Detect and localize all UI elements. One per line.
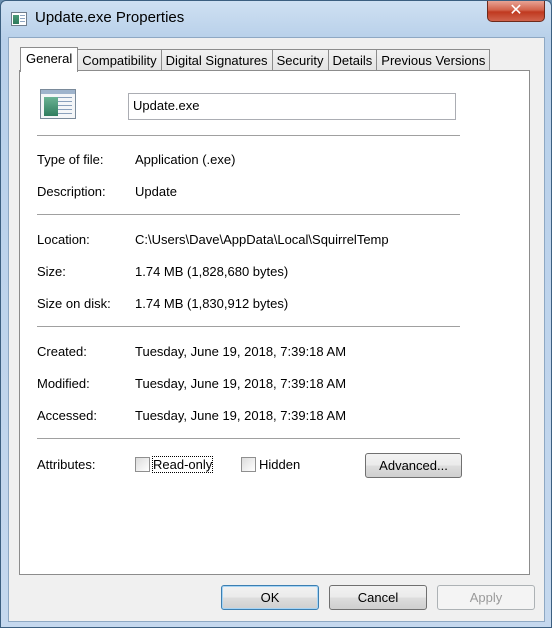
type-of-file-label: Type of file:: [37, 152, 104, 167]
size-value: 1.74 MB (1,828,680 bytes): [135, 264, 289, 279]
created-label: Created:: [37, 344, 87, 359]
divider: [37, 135, 460, 137]
checkbox-box[interactable]: [135, 457, 150, 472]
apply-button[interactable]: Apply: [437, 585, 535, 610]
modified-label: Modified:: [37, 376, 90, 391]
tab-security[interactable]: Security: [271, 49, 329, 71]
divider: [37, 326, 460, 328]
advanced-button[interactable]: Advanced...: [365, 453, 462, 478]
checkbox-box[interactable]: [241, 457, 256, 472]
file-name-field[interactable]: Update.exe: [128, 93, 456, 120]
hidden-label[interactable]: Hidden: [259, 457, 300, 472]
read-only-label[interactable]: Read-only: [151, 456, 214, 473]
divider: [37, 214, 460, 216]
tab-previous-versions[interactable]: Previous Versions: [376, 49, 491, 71]
ok-button[interactable]: OK: [221, 585, 319, 610]
file-icon: [40, 89, 76, 119]
size-label: Size:: [37, 264, 66, 279]
created-value: Tuesday, June 19, 2018, 7:39:18 AM: [135, 344, 347, 359]
description-value: Update: [135, 184, 177, 199]
description-label: Description:: [37, 184, 106, 199]
application-icon: [11, 12, 27, 26]
cancel-button[interactable]: Cancel: [329, 585, 427, 610]
location-value: C:\Users\Dave\AppData\Local\SquirrelTemp: [135, 232, 389, 247]
general-tab-panel: Update.exe Type of file: Application (.e…: [19, 70, 530, 575]
accessed-value: Tuesday, June 19, 2018, 7:39:18 AM: [135, 408, 347, 423]
title-bar[interactable]: Update.exe Properties ✕: [1, 1, 551, 37]
size-on-disk-label: Size on disk:: [37, 296, 111, 311]
read-only-checkbox[interactable]: Read-only: [135, 456, 214, 473]
close-icon: ✕: [509, 2, 523, 19]
accessed-label: Accessed:: [37, 408, 97, 423]
size-on-disk-value: 1.74 MB (1,830,912 bytes): [135, 296, 289, 311]
tab-strip: General Compatibility Digital Signatures…: [20, 47, 491, 72]
tab-general[interactable]: General: [20, 47, 79, 72]
tab-details[interactable]: Details: [327, 49, 378, 71]
tab-compatibility[interactable]: Compatibility: [77, 49, 162, 71]
hidden-checkbox[interactable]: Hidden: [241, 457, 300, 472]
type-of-file-value: Application (.exe): [135, 152, 236, 167]
dialog-body: General Compatibility Digital Signatures…: [8, 37, 545, 622]
modified-value: Tuesday, June 19, 2018, 7:39:18 AM: [135, 376, 347, 391]
window-title: Update.exe Properties: [35, 9, 185, 26]
tab-digital-signatures[interactable]: Digital Signatures: [160, 49, 273, 71]
properties-window: Update.exe Properties ✕ General Compatib…: [0, 0, 552, 628]
divider: [37, 438, 460, 440]
attributes-label: Attributes:: [37, 457, 96, 472]
close-button[interactable]: ✕: [487, 1, 545, 22]
location-label: Location:: [37, 232, 90, 247]
